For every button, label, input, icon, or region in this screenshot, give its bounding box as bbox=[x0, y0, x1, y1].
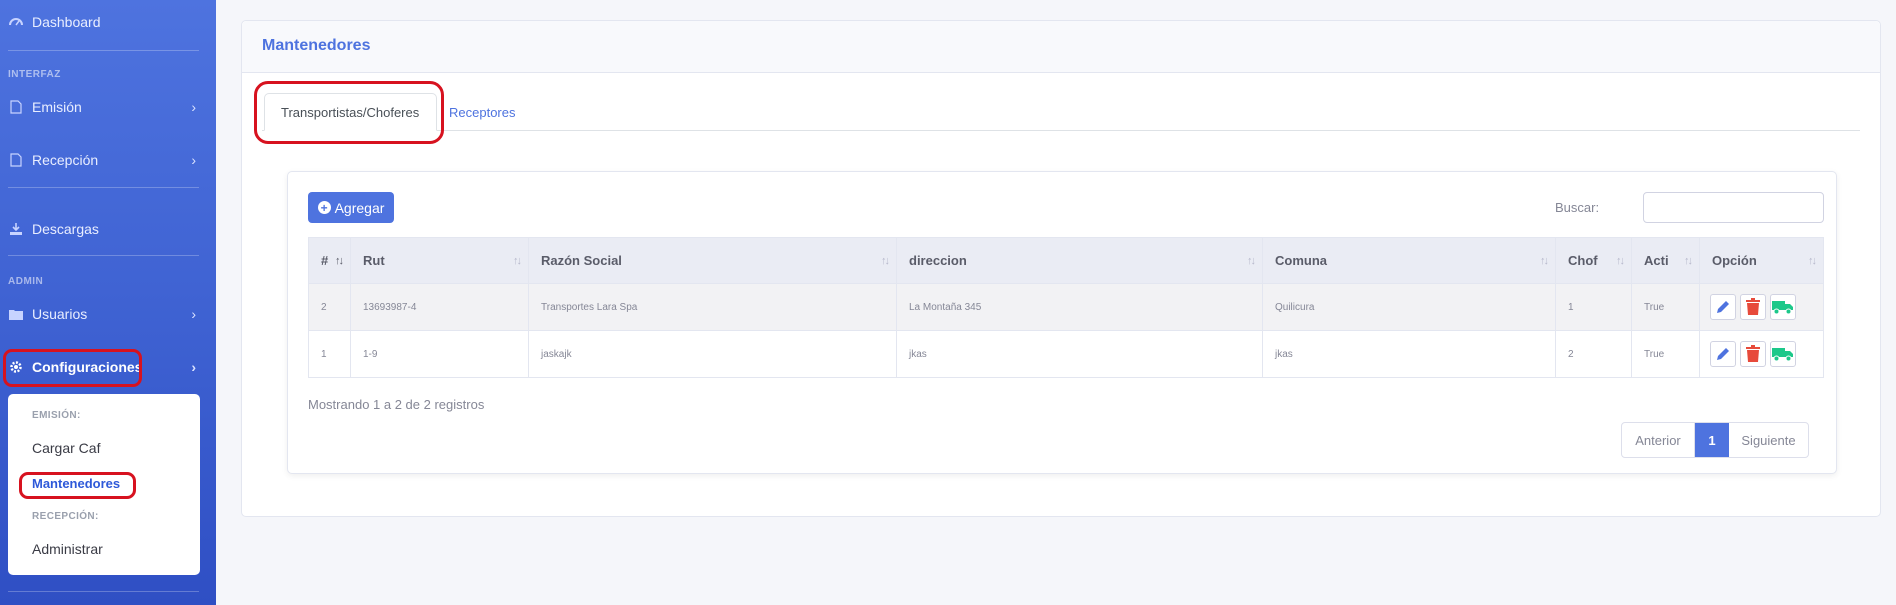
folder-icon bbox=[8, 306, 24, 322]
highlight-box bbox=[19, 472, 136, 499]
cell-direccion: jkas bbox=[896, 330, 1263, 378]
cell-rut: 1-9 bbox=[350, 330, 529, 378]
cell-comuna: jkas bbox=[1262, 330, 1556, 378]
file-icon bbox=[8, 99, 24, 115]
submenu-heading-emision: EMISIÓN: bbox=[32, 410, 81, 421]
truck-icon bbox=[1771, 301, 1793, 315]
assign-truck-button[interactable] bbox=[1769, 294, 1796, 320]
table-header-row: # ↑↓ Rut ↑↓ Razón Social ↑↓ direccion ↑↓ Com… bbox=[308, 237, 1824, 284]
cell-acti: True bbox=[1631, 283, 1700, 331]
sort-icon: ↑↓ bbox=[1540, 254, 1549, 267]
table-row: 1 1-9 jaskajk jkas jkas 2 True bbox=[308, 330, 1824, 378]
cell-chof: 1 bbox=[1555, 283, 1632, 331]
mantenedores-card: Mantenedores Transportistas/Choferes Rec… bbox=[241, 20, 1881, 517]
pagination-previous[interactable]: Anterior bbox=[1622, 423, 1695, 457]
pagination: Anterior 1 Siguiente bbox=[1621, 422, 1809, 458]
column-header-opcion[interactable]: Opción ↑↓ bbox=[1699, 237, 1824, 284]
download-icon bbox=[8, 221, 24, 237]
plus-circle-icon: + bbox=[317, 201, 331, 214]
sidebar-item-label: Descargas bbox=[32, 221, 99, 237]
cell-opcion bbox=[1699, 330, 1824, 378]
sort-icon: ↑↓ bbox=[513, 254, 522, 267]
table-info: Mostrando 1 a 2 de 2 registros bbox=[308, 397, 485, 412]
sort-icon: ↑↓ bbox=[1808, 254, 1817, 267]
cell-razon-social: jaskajk bbox=[528, 330, 897, 378]
sort-icon: ↑↓ bbox=[1616, 254, 1625, 267]
sidebar-divider bbox=[8, 50, 199, 51]
file-icon bbox=[8, 152, 24, 168]
search-input[interactable] bbox=[1643, 192, 1824, 223]
sidebar-heading-admin: ADMIN bbox=[8, 276, 44, 287]
cell-chof: 2 bbox=[1555, 330, 1632, 378]
sidebar-item-descargas[interactable]: Descargas bbox=[0, 212, 216, 246]
cell-rut: 13693987-4 bbox=[350, 283, 529, 331]
tachometer-icon bbox=[8, 14, 24, 30]
chevron-right-icon: › bbox=[191, 359, 196, 375]
sidebar-item-label: Emisión bbox=[32, 99, 82, 115]
sort-icon: ↑↓ bbox=[881, 254, 890, 267]
transportistas-table: # ↑↓ Rut ↑↓ Razón Social ↑↓ direccion ↑↓ Com… bbox=[308, 237, 1824, 378]
pagination-page-1[interactable]: 1 bbox=[1695, 423, 1729, 457]
sidebar-item-label: Dashboard bbox=[32, 14, 101, 30]
add-button[interactable]: + Agregar bbox=[308, 192, 394, 223]
sidebar-item-label: Recepción bbox=[32, 152, 99, 168]
chevron-right-icon: › bbox=[191, 152, 196, 168]
cell-num: 1 bbox=[308, 330, 351, 378]
chevron-right-icon: › bbox=[191, 99, 196, 115]
column-header-acti[interactable]: Acti ↑↓ bbox=[1631, 237, 1700, 284]
sidebar-item-recepcion[interactable]: Recepción › bbox=[0, 143, 216, 177]
cell-opcion bbox=[1699, 283, 1824, 331]
column-header-rut[interactable]: Rut ↑↓ bbox=[350, 237, 529, 284]
cell-acti: True bbox=[1631, 330, 1700, 378]
pencil-icon bbox=[1717, 301, 1729, 313]
submenu-item-cargar-caf[interactable]: Cargar Caf bbox=[32, 440, 100, 456]
tab-receptores[interactable]: Receptores bbox=[433, 93, 531, 131]
sidebar: Dashboard INTERFAZ Emisión › Recepción ›… bbox=[0, 0, 216, 605]
submenu-item-administrar[interactable]: Administrar bbox=[32, 541, 103, 557]
trash-icon bbox=[1745, 345, 1760, 362]
chevron-right-icon: › bbox=[191, 306, 196, 322]
pagination-next[interactable]: Siguiente bbox=[1729, 423, 1808, 457]
truck-icon bbox=[1771, 348, 1793, 362]
pencil-icon bbox=[1717, 348, 1729, 360]
sidebar-divider bbox=[8, 187, 199, 188]
sidebar-divider bbox=[8, 591, 199, 592]
sort-icon: ↑↓ bbox=[1684, 254, 1693, 267]
trash-icon bbox=[1745, 298, 1760, 315]
page-title: Mantenedores bbox=[262, 37, 371, 54]
cell-razon-social: Transportes Lara Spa bbox=[528, 283, 897, 331]
sort-icon: ↑↓ bbox=[335, 254, 344, 267]
column-header-direccion[interactable]: direccion ↑↓ bbox=[896, 237, 1263, 284]
card-header: Mantenedores bbox=[242, 21, 1880, 73]
cell-direccion: La Montaña 345 bbox=[896, 283, 1263, 331]
edit-button[interactable] bbox=[1710, 294, 1736, 320]
column-header-num[interactable]: # ↑↓ bbox=[308, 237, 351, 284]
highlight-box bbox=[254, 81, 444, 144]
table-row: 2 13693987-4 Transportes Lara Spa La Mon… bbox=[308, 283, 1824, 331]
column-header-chof[interactable]: Chof ↑↓ bbox=[1555, 237, 1632, 284]
sidebar-item-dashboard[interactable]: Dashboard bbox=[0, 5, 216, 39]
add-button-label: Agregar bbox=[334, 199, 385, 216]
search-label: Buscar: bbox=[1555, 200, 1600, 215]
sidebar-item-emision[interactable]: Emisión › bbox=[0, 90, 216, 124]
cell-num: 2 bbox=[308, 283, 351, 331]
delete-button[interactable] bbox=[1739, 341, 1766, 367]
cell-comuna: Quilicura bbox=[1262, 283, 1556, 331]
column-header-comuna[interactable]: Comuna ↑↓ bbox=[1262, 237, 1556, 284]
sidebar-heading-interfaz: INTERFAZ bbox=[8, 69, 61, 80]
edit-button[interactable] bbox=[1710, 341, 1736, 367]
sidebar-item-label: Usuarios bbox=[32, 306, 88, 322]
assign-truck-button[interactable] bbox=[1769, 341, 1796, 367]
table-panel: + Agregar Buscar: # ↑↓ Rut ↑↓ Razón Social… bbox=[287, 171, 1837, 474]
sort-icon: ↑↓ bbox=[1247, 254, 1256, 267]
delete-button[interactable] bbox=[1739, 294, 1766, 320]
column-header-razon-social[interactable]: Razón Social ↑↓ bbox=[528, 237, 897, 284]
sidebar-divider bbox=[8, 255, 199, 256]
highlight-box bbox=[3, 349, 142, 387]
submenu-heading-recepcion: RECEPCIÓN: bbox=[32, 511, 99, 522]
sidebar-item-usuarios[interactable]: Usuarios › bbox=[0, 297, 216, 331]
